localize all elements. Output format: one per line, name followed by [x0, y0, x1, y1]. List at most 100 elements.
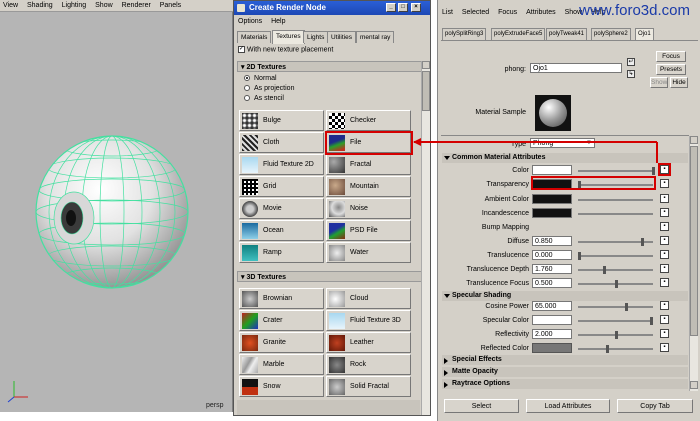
specular-color-map-button[interactable]: ▪ — [660, 315, 669, 324]
focus-button[interactable]: Focus — [656, 51, 686, 62]
node-crater[interactable]: Crater — [239, 310, 324, 331]
reflectivity-field[interactable]: 2.000 — [532, 329, 572, 339]
section-special-effects[interactable]: Special Effects — [442, 355, 688, 365]
node-checker[interactable]: Checker — [326, 110, 411, 131]
scroll-thumb[interactable] — [690, 146, 698, 336]
node-psd-file[interactable]: PSD File — [326, 220, 411, 241]
specular-color-slider-knob[interactable] — [650, 317, 653, 325]
diffuse-slider-knob[interactable] — [641, 238, 644, 246]
section-raytrace-options[interactable]: Raytrace Options — [442, 379, 688, 389]
maximize-icon[interactable]: □ — [398, 3, 408, 12]
node-brownian[interactable]: Brownian — [239, 288, 324, 309]
copy-tab-button[interactable]: Copy Tab — [617, 399, 693, 413]
menu-panels[interactable]: Panels — [160, 2, 181, 9]
color-slider[interactable] — [578, 170, 653, 172]
menu-renderer[interactable]: Renderer — [122, 2, 151, 9]
node-movie[interactable]: Movie — [239, 198, 324, 219]
node-solid-fractal[interactable]: Solid Fractal — [326, 376, 411, 397]
tab-mental-ray[interactable]: mental ray — [356, 31, 395, 43]
menu-options[interactable]: Options — [238, 18, 262, 25]
translucence-depth-slider-knob[interactable] — [603, 266, 606, 274]
node-cloth[interactable]: Cloth — [239, 132, 324, 153]
incandescence-slider[interactable] — [578, 213, 653, 215]
ambient-color-slider[interactable] — [578, 199, 653, 201]
section-2d-textures[interactable]: ▾ 2D Textures — [237, 61, 422, 72]
menu-focus[interactable]: Focus — [498, 9, 517, 16]
tab-ojo1[interactable]: Ojo1 — [635, 28, 654, 40]
reflectivity-slider-knob[interactable] — [615, 331, 618, 339]
cosine-power-slider[interactable] — [578, 306, 653, 308]
texture-placement-checkbox[interactable]: ✓ With new texture placement — [238, 46, 348, 56]
cosine-power-map-button[interactable]: ▪ — [660, 301, 669, 310]
node-noise[interactable]: Noise — [326, 198, 411, 219]
tab-polysplitring3[interactable]: polySplitRing3 — [442, 28, 487, 40]
node-fluid-texture-2d[interactable]: Fluid Texture 2D — [239, 154, 324, 175]
translucence-focus-field[interactable]: 0.500 — [532, 278, 572, 288]
node-grid[interactable]: Grid — [239, 176, 324, 197]
tab-materials[interactable]: Materials — [237, 31, 272, 43]
menu-lighting[interactable]: Lighting — [62, 2, 87, 9]
tab-lights[interactable]: Lights — [303, 31, 329, 43]
node-fractal[interactable]: Fractal — [326, 154, 411, 175]
specular-color-swatch[interactable] — [532, 315, 572, 325]
tab-polyextrudeface5[interactable]: polyExtrudeFace5 — [491, 28, 546, 40]
attribute-scrollbar[interactable] — [689, 136, 698, 391]
node-ramp[interactable]: Ramp — [239, 242, 324, 263]
translucence-depth-field[interactable]: 1.760 — [532, 264, 572, 274]
minimize-icon[interactable]: _ — [386, 3, 396, 12]
show-button[interactable]: Show — [650, 77, 668, 88]
menu-list[interactable]: List — [442, 9, 453, 16]
translucence-depth-slider[interactable] — [578, 269, 653, 271]
scroll-down-icon[interactable] — [690, 381, 698, 389]
menu-help[interactable]: Help — [271, 18, 285, 25]
perspective-viewport[interactable]: View Shading Lighting Show Renderer Pane… — [0, 0, 233, 412]
cosine-power-field[interactable]: 65.000 — [532, 301, 572, 311]
type-dropdown[interactable]: Phong ▼ — [530, 138, 595, 148]
node-rock[interactable]: Rock — [326, 354, 411, 375]
incandescence-map-button[interactable]: ▪ — [660, 208, 669, 217]
output-connection-icon[interactable]: ↳ — [627, 70, 635, 78]
translucence-focus-map-button[interactable]: ▪ — [660, 278, 669, 287]
scroll-up-icon[interactable] — [690, 136, 698, 144]
ambient-color-swatch[interactable] — [532, 194, 572, 204]
menu-selected[interactable]: Selected — [462, 9, 489, 16]
translucence-map-button[interactable]: ▪ — [660, 250, 669, 259]
node-fluid-texture-3d[interactable]: Fluid Texture 3D — [326, 310, 411, 331]
tab-polysphere2[interactable]: polySphere2 — [591, 28, 631, 40]
translucence-slider[interactable] — [578, 255, 653, 257]
node-snow[interactable]: Snow — [239, 376, 324, 397]
reflected-color-swatch[interactable] — [532, 343, 572, 353]
node-water[interactable]: Water — [326, 242, 411, 263]
load-attributes-button[interactable]: Load Attributes — [526, 399, 610, 413]
color-swatch[interactable] — [532, 165, 572, 175]
translucence-depth-map-button[interactable]: ▪ — [660, 264, 669, 273]
node-bulge[interactable]: Bulge — [239, 110, 324, 131]
section-specular-shading[interactable]: Specular Shading — [442, 291, 688, 301]
scroll-thumb[interactable] — [422, 71, 430, 111]
incandescence-swatch[interactable] — [532, 208, 572, 218]
reflected-color-map-button[interactable]: ▪ — [660, 343, 669, 352]
eye-sphere-model[interactable] — [0, 12, 233, 412]
specular-color-slider[interactable] — [578, 320, 653, 322]
node-ocean[interactable]: Ocean — [239, 220, 324, 241]
reflectivity-map-button[interactable]: ▪ — [660, 329, 669, 338]
hide-button[interactable]: Hide — [670, 77, 688, 88]
bump-mapping-map-button[interactable]: ▪ — [660, 222, 669, 231]
tab-polytweak41[interactable]: polyTweak41 — [546, 28, 588, 40]
node-name-field[interactable]: Ojo1 — [530, 63, 622, 73]
reflected-color-slider[interactable] — [578, 348, 653, 350]
menu-view[interactable]: View — [3, 2, 18, 9]
radio-as-stencil[interactable]: As stencil — [244, 95, 284, 104]
ambient-color-map-button[interactable]: ▪ — [660, 194, 669, 203]
color-slider-knob[interactable] — [652, 167, 655, 175]
menu-shading[interactable]: Shading — [27, 2, 53, 9]
translucence-focus-slider-knob[interactable] — [615, 280, 618, 288]
radio-normal[interactable]: Normal — [244, 75, 277, 84]
node-granite[interactable]: Granite — [239, 332, 324, 353]
section-common-material-attributes[interactable]: Common Material Attributes — [442, 153, 688, 163]
translucence-slider-knob[interactable] — [578, 252, 581, 260]
reflected-color-slider-knob[interactable] — [606, 345, 609, 353]
tab-textures[interactable]: Textures — [272, 30, 305, 44]
menu-show[interactable]: Show — [95, 2, 113, 9]
presets-button[interactable]: Presets — [656, 64, 686, 75]
